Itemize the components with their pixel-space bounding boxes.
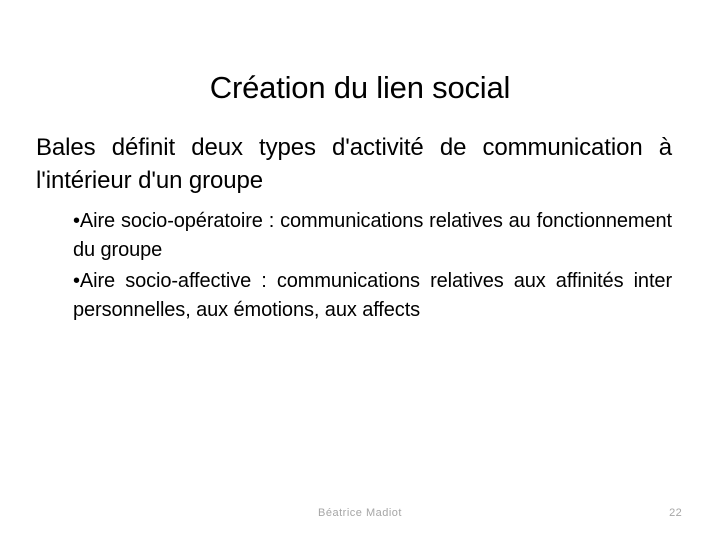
page-title: Création du lien social: [209, 69, 511, 105]
slide-canvas: Création du lien social Bales définit de…: [0, 0, 720, 540]
list-item: •Aire socio-affective : communications r…: [73, 267, 672, 325]
list-item-label: Aire socio-affective : communications re…: [73, 270, 672, 321]
page-number: 22: [669, 507, 682, 519]
lead-paragraph: Bales définit deux types d'activité de c…: [36, 134, 672, 194]
bullet-icon: •: [73, 210, 80, 232]
bullet-icon: •: [73, 270, 80, 292]
bullet-list: •Aire socio-opératoire : communications …: [36, 207, 672, 325]
list-item: •Aire socio-opératoire : communications …: [73, 207, 672, 265]
slide-content-body: Bales définit deux types d'activité de c…: [36, 131, 672, 325]
footer-author: Béatrice Madiot: [318, 507, 402, 519]
list-item-label: Aire socio-opératoire : communications r…: [73, 210, 672, 261]
